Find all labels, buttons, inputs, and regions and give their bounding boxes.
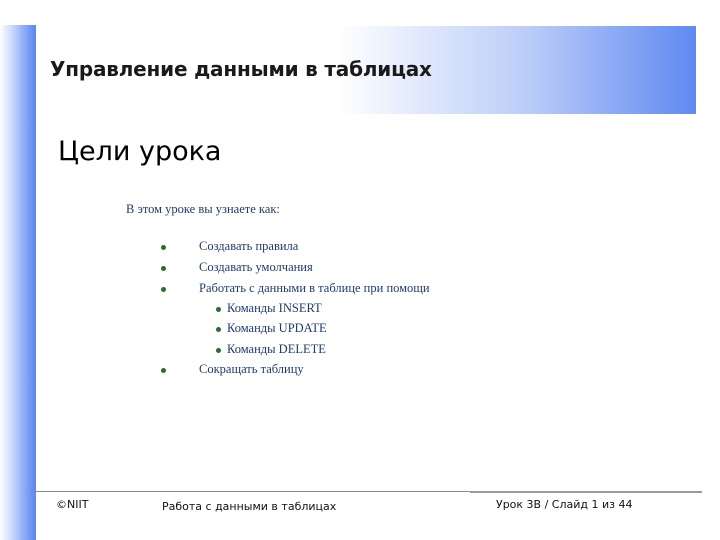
bullet-icon	[161, 368, 166, 373]
list-item: Работать с данными в таблице при помощи	[161, 281, 430, 296]
footer-copyright: ©NIIT	[56, 498, 89, 511]
list-item: Создавать умолчания	[161, 260, 313, 275]
list-item: Сокращать таблицу	[161, 362, 304, 377]
footer-divider-left	[30, 491, 470, 492]
bullet-icon	[216, 348, 221, 353]
sub-list-item: Команды UPDATE	[216, 321, 327, 336]
footer-course-title: Работа с данными в таблицах	[162, 500, 337, 513]
list-item-text: Создавать умолчания	[199, 260, 313, 274]
list-item: Создавать правила	[161, 239, 299, 254]
list-item-text: Работать с данными в таблице при помощи	[199, 281, 430, 295]
bullet-icon	[216, 307, 221, 312]
sub-list-item: Команды DELETE	[216, 342, 326, 357]
left-gradient-bar	[0, 25, 36, 540]
list-item-text: Команды UPDATE	[227, 321, 327, 335]
slide-title: Управление данными в таблицах	[50, 57, 432, 81]
list-item-text: Сокращать таблицу	[199, 362, 304, 376]
list-item-text: Создавать правила	[199, 239, 299, 253]
bullet-icon	[161, 266, 166, 271]
footer-divider-right	[470, 491, 702, 493]
bullet-icon	[161, 245, 166, 250]
list-item-text: Команды DELETE	[227, 342, 326, 356]
intro-text: В этом уроке вы узнаете как:	[126, 202, 280, 216]
lesson-goals-heading: Цели урока	[58, 136, 222, 167]
sub-list-item: Команды INSERT	[216, 301, 322, 316]
footer-slide-number: Урок 3В / Слайд 1 из 44	[496, 498, 633, 511]
list-item-text: Команды INSERT	[227, 301, 322, 315]
bullet-icon	[161, 287, 166, 292]
bullet-icon	[216, 327, 221, 332]
